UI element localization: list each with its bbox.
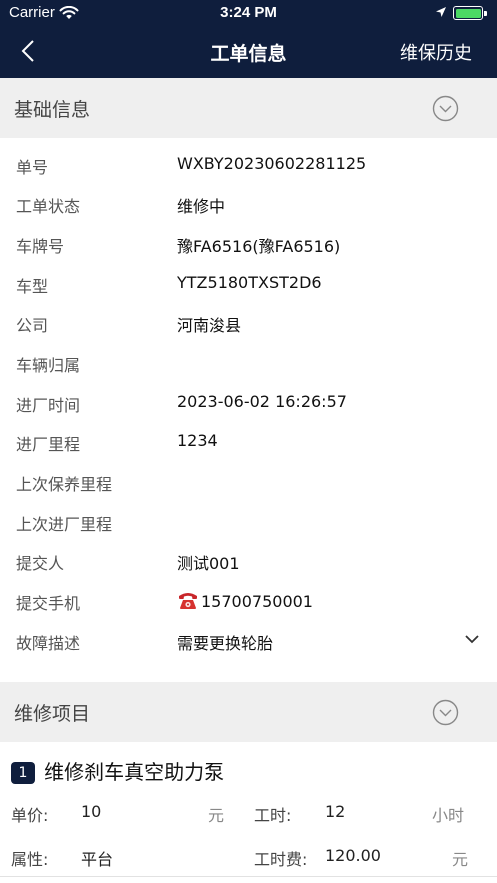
row-label: 进厂时间	[16, 396, 81, 415]
attribute-value: 平台	[81, 850, 114, 869]
row-value: 豫FA6516(豫FA6516)	[177, 237, 341, 256]
item-index-badge: 1	[11, 762, 35, 784]
info-row-order-number: 单号 WXBY20230602281125	[0, 144, 497, 183]
info-row-submitter: 提交人 测试001	[0, 540, 497, 579]
info-row-status: 工单状态 维修中	[0, 183, 497, 222]
item-name: 维修刹车真空助力泵	[44, 760, 225, 784]
info-row-entry-mileage: 进厂里程 1234	[0, 421, 497, 460]
labor-hours-unit: 小时	[432, 806, 465, 825]
row-label: 提交手机	[16, 594, 81, 613]
labor-hours-label: 工时:	[254, 806, 292, 825]
unit-price-label: 单价:	[11, 806, 49, 825]
labor-fee-value: 120.00	[325, 846, 381, 865]
repair-items-header[interactable]: 维修项目	[0, 682, 497, 742]
labor-fee-label: 工时费:	[254, 850, 308, 869]
row-label: 进厂里程	[16, 435, 81, 454]
info-row-plate: 车牌号 豫FA6516(豫FA6516)	[0, 223, 497, 262]
location-arrow-icon	[436, 7, 446, 17]
row-label: 故障描述	[16, 634, 81, 653]
row-value: 维修中	[177, 197, 226, 216]
divider	[0, 876, 497, 877]
row-value: WXBY20230602281125	[177, 154, 367, 173]
row-label: 提交人	[16, 554, 65, 573]
row-label: 车牌号	[16, 237, 65, 256]
row-label: 上次保养里程	[16, 475, 113, 494]
attribute-label: 属性:	[11, 850, 49, 869]
nav-bar: 工单信息 维保历史	[0, 26, 497, 78]
row-value: 2023-06-02 16:26:57	[177, 392, 347, 411]
info-row-vehicle-owner: 车辆归属	[0, 342, 497, 381]
info-row-model: 车型 YTZ5180TXST2D6	[0, 263, 497, 302]
info-row-company: 公司 河南浚县	[0, 302, 497, 341]
collapse-chevron-icon[interactable]	[432, 699, 459, 726]
row-value: 需要更换轮胎	[177, 634, 274, 653]
basic-info-header[interactable]: 基础信息	[0, 78, 497, 138]
unit-price-unit: 元	[208, 806, 225, 825]
phone-number[interactable]: 15700750001	[201, 592, 313, 611]
battery-icon	[453, 6, 487, 20]
info-row-last-service-mileage: 上次保养里程	[0, 461, 497, 500]
row-value: 河南浚县	[177, 316, 242, 335]
row-value: YTZ5180TXST2D6	[177, 273, 322, 292]
row-label: 单号	[16, 158, 49, 177]
clock: 3:24 PM	[220, 4, 277, 21]
info-row-last-entry-mileage: 上次进厂里程	[0, 501, 497, 540]
info-row-fault-description[interactable]: 故障描述 需要更换轮胎	[0, 620, 497, 659]
row-value: 1234	[177, 431, 218, 450]
row-label: 工单状态	[16, 197, 81, 216]
basic-info-title: 基础信息	[14, 99, 91, 121]
info-row-entry-time: 进厂时间 2023-06-02 16:26:57	[0, 382, 497, 421]
repair-item-title: 1 维修刹车真空助力泵	[11, 756, 224, 784]
info-row-submitter-phone[interactable]: 提交手机 15700750001	[0, 580, 497, 619]
row-label: 公司	[16, 316, 49, 335]
unit-price-value: 10	[81, 802, 102, 821]
status-bar: Carrier 3:24 PM	[0, 0, 497, 26]
row-label: 车型	[16, 277, 49, 296]
row-value: 测试001	[177, 554, 240, 573]
chevron-down-icon[interactable]	[464, 634, 480, 644]
labor-hours-value: 12	[325, 802, 346, 821]
row-label: 上次进厂里程	[16, 515, 113, 534]
maintenance-history-button[interactable]: 维保历史	[400, 39, 472, 65]
top-bar: Carrier 3:24 PM 工单信息 维保历史	[0, 0, 497, 78]
collapse-chevron-icon[interactable]	[432, 95, 459, 122]
repair-items-title: 维修项目	[14, 703, 91, 725]
labor-fee-unit: 元	[452, 850, 469, 869]
telephone-icon[interactable]	[177, 590, 199, 610]
row-label: 车辆归属	[16, 356, 81, 375]
